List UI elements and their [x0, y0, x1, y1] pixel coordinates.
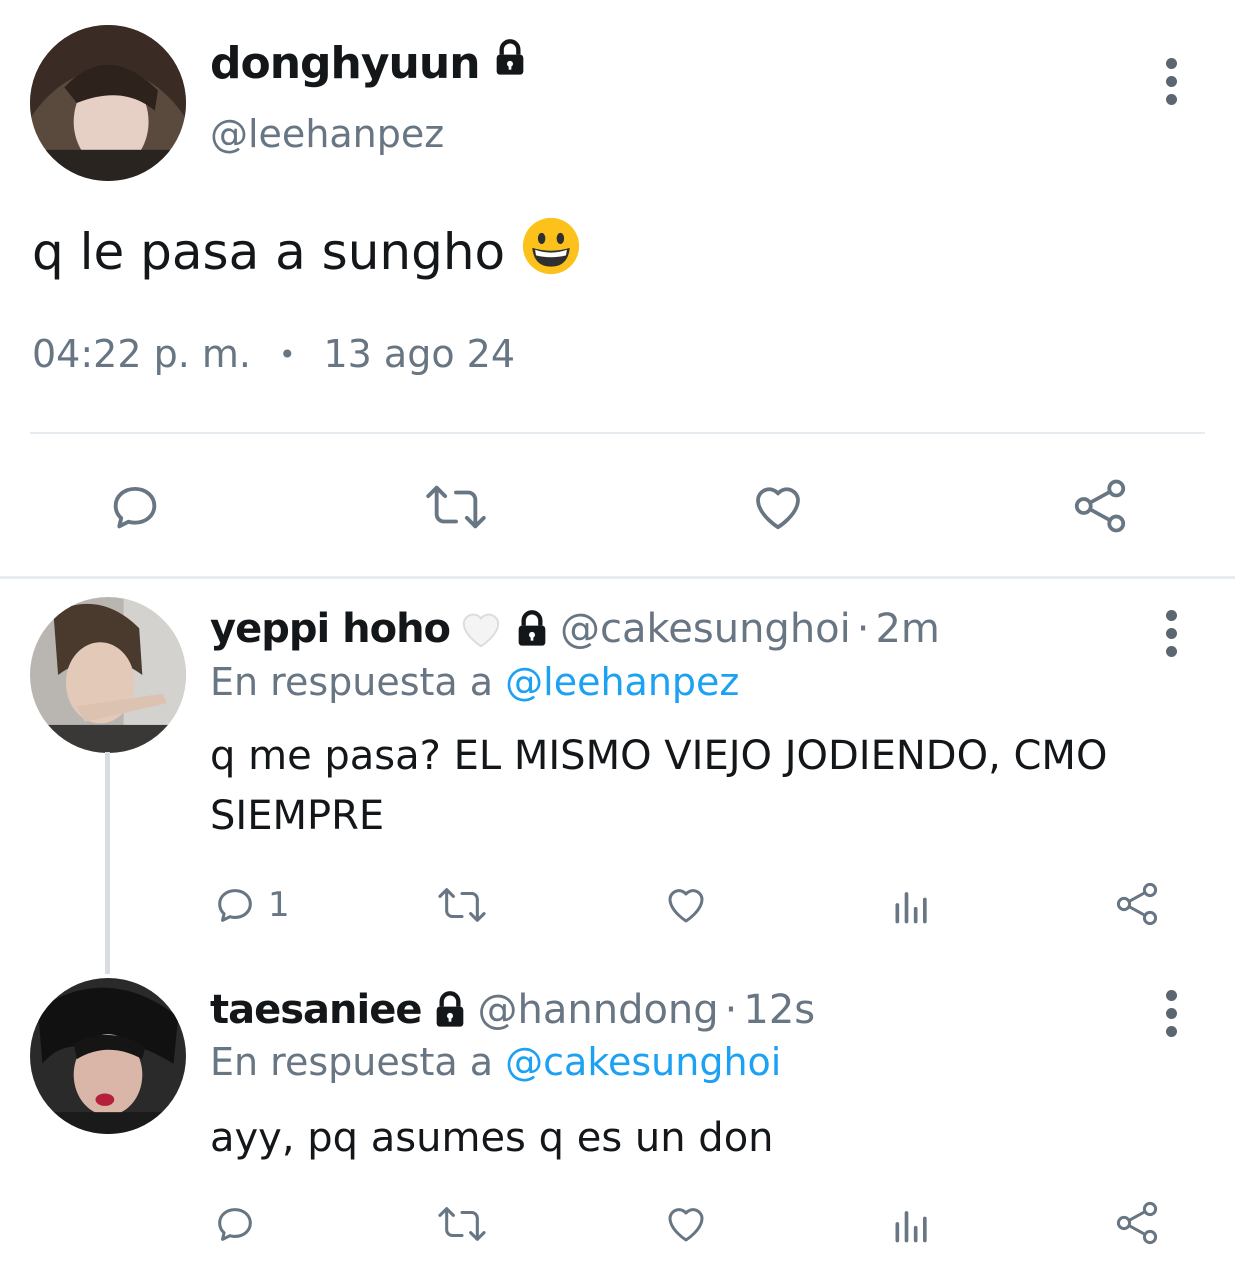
heart-icon: [662, 1199, 710, 1247]
reply-display-name[interactable]: taesaniee: [210, 987, 422, 1033]
avatar-donghyuun[interactable]: [30, 25, 186, 181]
bar-chart-icon: [890, 1201, 934, 1247]
thread-connector-line: [105, 752, 110, 974]
avatar-taesaniee[interactable]: [30, 978, 186, 1134]
retweet-button[interactable]: [436, 1201, 488, 1247]
lock-icon: [490, 38, 530, 89]
avatar-yeppi-hoho[interactable]: [30, 597, 186, 753]
reply-button[interactable]: [106, 478, 164, 536]
bar-chart-icon: [890, 882, 934, 928]
retweet-icon: [436, 1201, 488, 1247]
main-tweet-text: q le pasa a sungho: [32, 216, 581, 288]
share-button[interactable]: [1113, 880, 1161, 928]
reply-to-line: En respuesta a @leehanpez: [210, 660, 739, 704]
share-icon: [1070, 476, 1130, 536]
grinning-face-emoji-icon: [521, 216, 581, 288]
main-handle[interactable]: @leehanpez: [210, 112, 444, 156]
retweet-button[interactable]: [424, 478, 488, 536]
reply-to-link[interactable]: @cakesunghoi: [505, 1040, 781, 1084]
comment-icon: [212, 882, 258, 928]
share-icon: [1113, 1199, 1161, 1247]
like-button[interactable]: [662, 880, 710, 928]
like-button[interactable]: [662, 1199, 710, 1247]
reply-text: q me pasa? EL MISMO VIEJO JODIENDO, CMO …: [210, 733, 1108, 839]
share-button[interactable]: [1113, 1199, 1161, 1247]
comment-icon: [212, 1201, 258, 1247]
heart-icon: [662, 880, 710, 928]
tweet-text: q le pasa a sungho: [32, 223, 506, 281]
share-icon: [1113, 880, 1161, 928]
display-name-text: donghyuun: [210, 38, 481, 89]
white-heart-icon: [458, 606, 504, 652]
reply-button[interactable]: [212, 1201, 258, 1247]
lock-icon: [512, 609, 552, 649]
section-divider: [0, 576, 1235, 579]
reply-display-name[interactable]: yeppi hoho: [210, 606, 451, 652]
share-button[interactable]: [1070, 476, 1130, 536]
reply-handle[interactable]: @cakesunghoi: [560, 606, 851, 652]
analytics-button[interactable]: [890, 1201, 934, 1247]
heart-icon: [748, 476, 808, 536]
reply-time: 2m: [875, 606, 940, 652]
reply-to-line: En respuesta a @cakesunghoi: [210, 1040, 781, 1084]
more-options-icon[interactable]: [1164, 58, 1178, 105]
more-options-icon[interactable]: [1164, 990, 1178, 1037]
header-separator: ·: [856, 606, 870, 652]
retweet-icon: [424, 478, 488, 536]
reply-button[interactable]: 1: [212, 882, 290, 928]
reply-text: ayy, pq asumes q es un don: [210, 1115, 774, 1161]
retweet-icon: [436, 882, 488, 928]
meta-separator: •: [278, 337, 296, 371]
reply-handle[interactable]: @hanndong: [478, 987, 719, 1033]
header-separator: ·: [724, 987, 738, 1033]
reply-prefix: En respuesta a: [210, 1040, 506, 1084]
tweet-date: 13 ago 24: [323, 332, 516, 376]
reply-header: yeppi hoho @cakesunghoi · 2m: [210, 606, 940, 652]
divider: [30, 432, 1205, 434]
main-display-name: donghyuun: [210, 38, 530, 89]
comment-icon: [106, 478, 164, 536]
reply-time: 12s: [743, 987, 816, 1033]
lock-icon: [430, 990, 470, 1030]
retweet-button[interactable]: [436, 882, 488, 928]
reply-header: taesaniee @hanndong · 12s: [210, 987, 815, 1033]
reply-prefix: En respuesta a: [210, 660, 506, 704]
tweet-time: 04:22 p. m.: [32, 332, 251, 376]
reply-count: 1: [268, 885, 290, 925]
analytics-button[interactable]: [890, 882, 934, 928]
more-options-icon[interactable]: [1164, 610, 1178, 657]
like-button[interactable]: [748, 476, 808, 536]
main-tweet-meta: 04:22 p. m. • 13 ago 24: [32, 332, 515, 376]
reply-to-link[interactable]: @leehanpez: [505, 660, 739, 704]
